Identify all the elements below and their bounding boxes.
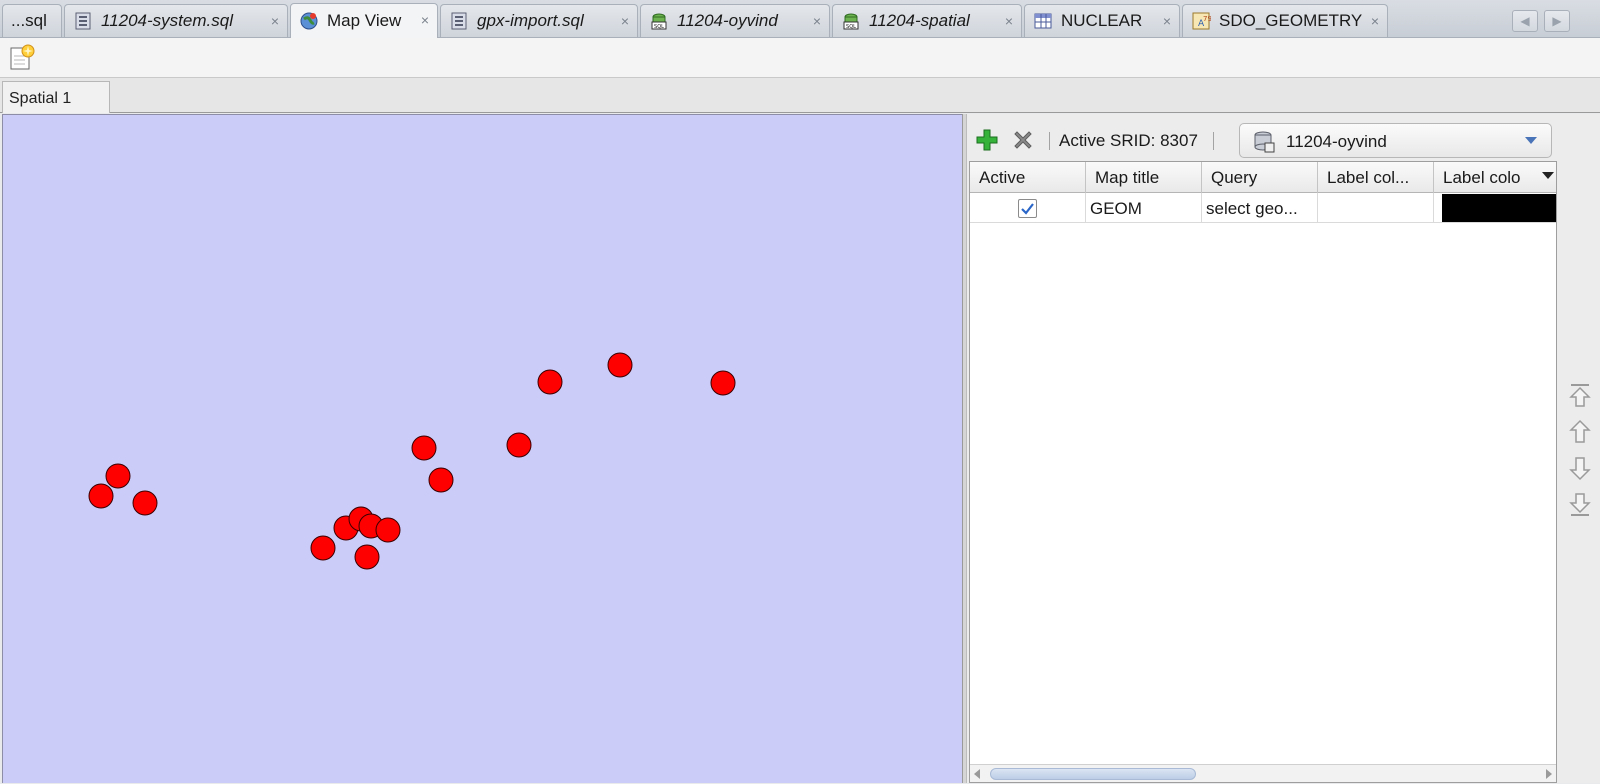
map-layers-panel: Active SRID: 8307 11204-oyvind Active Ma… bbox=[967, 114, 1600, 783]
database-connection-icon bbox=[1254, 131, 1275, 153]
move-to-bottom-button[interactable] bbox=[1567, 490, 1593, 518]
table-header: Active Map title Query Label col... Labe… bbox=[970, 162, 1556, 193]
sql-connection-icon: SQL bbox=[651, 13, 667, 30]
type-icon: A79 bbox=[1192, 12, 1211, 30]
tab-11204-oyvind[interactable]: SQL 11204-oyvind × bbox=[640, 4, 830, 37]
sql-file-icon bbox=[451, 12, 467, 30]
connection-select[interactable]: 11204-oyvind bbox=[1239, 123, 1552, 158]
sql-file-icon bbox=[75, 12, 91, 30]
svg-text:SQL: SQL bbox=[846, 24, 856, 30]
layer-order-controls bbox=[1562, 382, 1594, 532]
map-canvas[interactable] bbox=[2, 114, 962, 783]
tab-label: 11204-system.sql bbox=[101, 11, 233, 30]
map-point[interactable] bbox=[710, 370, 736, 396]
layers-table: Active Map title Query Label col... Labe… bbox=[969, 161, 1557, 783]
map-point[interactable] bbox=[375, 517, 401, 543]
close-icon[interactable]: × bbox=[621, 13, 629, 29]
column-header-label-color[interactable]: Label colo bbox=[1434, 162, 1556, 193]
close-icon[interactable]: × bbox=[813, 13, 821, 29]
toolbar-separator bbox=[1213, 132, 1214, 150]
column-header-query[interactable]: Query bbox=[1202, 162, 1318, 193]
tab-nuclear[interactable]: NUCLEAR × bbox=[1024, 4, 1180, 37]
tab-11204-system-sql[interactable]: 11204-system.sql × bbox=[64, 4, 288, 37]
active-checkbox[interactable] bbox=[1018, 199, 1037, 218]
scrollbar-thumb[interactable] bbox=[990, 768, 1196, 780]
column-header-map-title[interactable]: Map title bbox=[1086, 162, 1202, 193]
remove-layer-button[interactable] bbox=[1011, 128, 1035, 152]
close-icon[interactable]: × bbox=[421, 12, 429, 28]
close-icon[interactable]: × bbox=[1163, 13, 1171, 29]
spatial-tab-bar: Spatial 1 bbox=[0, 78, 1600, 113]
map-point[interactable] bbox=[310, 535, 336, 561]
move-to-top-button[interactable] bbox=[1567, 382, 1593, 410]
scroll-tabs-left-button[interactable]: ◀ bbox=[1512, 10, 1538, 32]
tab-sdo-geometry[interactable]: A 79 SDO_GEOMETRY × bbox=[1182, 4, 1388, 37]
move-up-button[interactable] bbox=[1567, 418, 1593, 446]
tab-spatial-1[interactable]: Spatial 1 bbox=[2, 81, 110, 113]
table-row[interactable]: GEOM select geo... bbox=[970, 193, 1556, 223]
add-layer-button[interactable] bbox=[975, 128, 999, 152]
layers-toolbar: Active SRID: 8307 11204-oyvind bbox=[967, 120, 1557, 160]
tab-sql-truncated[interactable]: ...sql bbox=[2, 4, 62, 37]
map-point[interactable] bbox=[537, 369, 563, 395]
map-point[interactable] bbox=[354, 544, 380, 570]
active-cell bbox=[970, 193, 1086, 223]
close-icon[interactable]: × bbox=[1371, 13, 1379, 29]
checkmark-icon bbox=[1021, 203, 1034, 215]
query-cell[interactable]: select geo... bbox=[1202, 193, 1318, 223]
close-icon[interactable]: × bbox=[1005, 13, 1013, 29]
column-menu-icon[interactable] bbox=[1542, 172, 1554, 179]
map-point[interactable] bbox=[428, 467, 454, 493]
tab-label: ...sql bbox=[11, 11, 47, 30]
tab-scroll-controls: ◀ ▶ bbox=[1512, 10, 1570, 32]
toolbar-separator bbox=[1049, 132, 1050, 150]
map-point[interactable] bbox=[607, 352, 633, 378]
svg-text:79: 79 bbox=[1203, 15, 1211, 23]
tab-label: gpx-import.sql bbox=[477, 11, 584, 30]
move-down-button[interactable] bbox=[1567, 454, 1593, 482]
chevron-down-icon bbox=[1525, 137, 1537, 144]
map-point[interactable] bbox=[88, 483, 114, 509]
tab-label: NUCLEAR bbox=[1061, 11, 1143, 30]
label-column-cell[interactable] bbox=[1318, 193, 1434, 223]
scroll-tabs-right-button[interactable]: ▶ bbox=[1544, 10, 1570, 32]
horizontal-scrollbar[interactable] bbox=[970, 764, 1556, 782]
column-header-active[interactable]: Active bbox=[970, 162, 1086, 193]
editor-tab-bar: ...sql 11204-system.sql × Map View × gpx… bbox=[0, 0, 1600, 38]
label-color-swatch[interactable] bbox=[1442, 194, 1556, 222]
map-point[interactable] bbox=[132, 490, 158, 516]
tab-map-view[interactable]: Map View × bbox=[290, 3, 438, 38]
map-view-icon bbox=[300, 12, 318, 30]
map-point[interactable] bbox=[506, 432, 532, 458]
map-title-cell[interactable]: GEOM bbox=[1086, 193, 1202, 223]
map-toolbar bbox=[0, 38, 1600, 78]
scroll-right-arrow-icon[interactable] bbox=[1546, 769, 1552, 779]
close-icon[interactable]: × bbox=[271, 13, 279, 29]
active-srid-label: Active SRID: 8307 bbox=[1059, 131, 1198, 150]
svg-text:SQL: SQL bbox=[654, 24, 664, 30]
column-header-label-column[interactable]: Label col... bbox=[1318, 162, 1434, 193]
connection-name: 11204-oyvind bbox=[1286, 132, 1387, 151]
new-map-button[interactable] bbox=[9, 44, 35, 71]
tab-label: 11204-oyvind bbox=[677, 11, 778, 30]
map-point[interactable] bbox=[411, 435, 437, 461]
map-point[interactable] bbox=[105, 463, 131, 489]
map-points-layer bbox=[88, 352, 736, 570]
sql-connection-icon: SQL bbox=[843, 13, 859, 30]
tab-label: 11204-spatial bbox=[869, 11, 970, 30]
scroll-left-arrow-icon[interactable] bbox=[974, 769, 980, 779]
table-icon bbox=[1034, 13, 1052, 29]
tab-label: SDO_GEOMETRY bbox=[1219, 11, 1363, 30]
tab-11204-spatial[interactable]: SQL 11204-spatial × bbox=[832, 4, 1022, 37]
tab-label: Map View bbox=[327, 11, 402, 30]
tab-gpx-import-sql[interactable]: gpx-import.sql × bbox=[440, 4, 638, 37]
